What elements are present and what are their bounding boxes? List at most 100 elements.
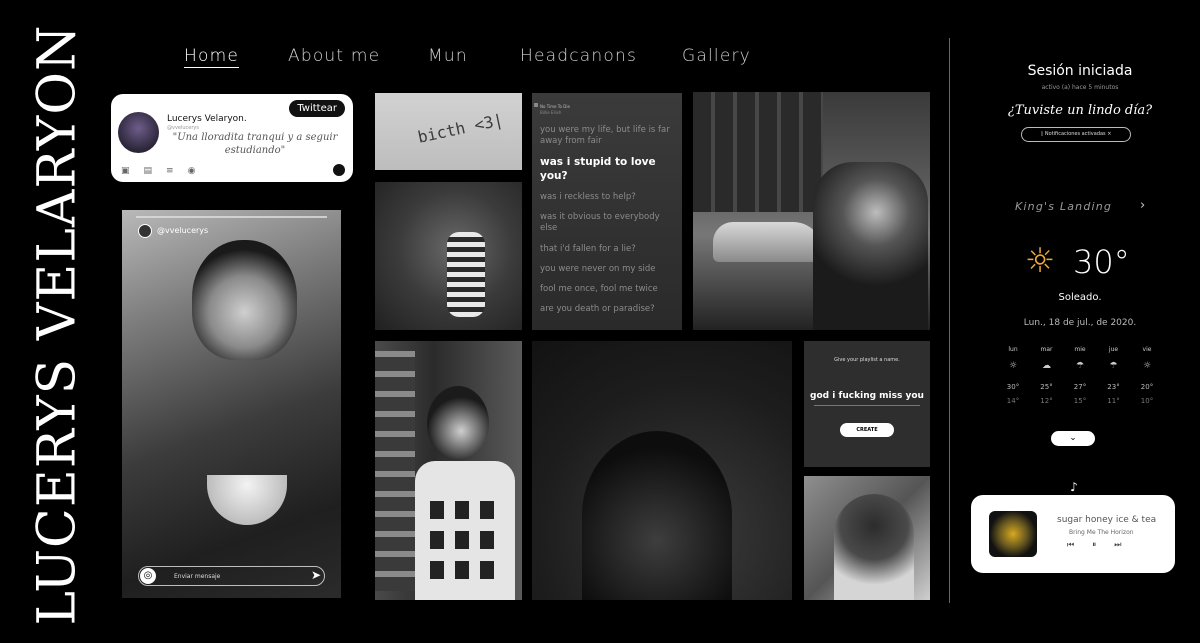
player-controls: ⏮ ⏸ ⏭ [1067, 540, 1121, 550]
lyric-line-highlighted: was i stupid to love you? [540, 156, 656, 182]
forecast-high: 27° [1073, 383, 1087, 391]
photo-garden [375, 182, 522, 330]
photo-person [813, 162, 928, 330]
forecast-high: 20° [1140, 383, 1154, 391]
photo-paper-note: bicth <3| [375, 93, 522, 170]
nav-about-me[interactable]: About me [288, 46, 380, 66]
lyrics-artist: Billie Eilish [540, 110, 562, 115]
session-active: activo (a) hace 5 minutos [1041, 84, 1119, 91]
story-message-input[interactable] [138, 566, 325, 586]
photo-car [713, 222, 823, 262]
album-art [989, 511, 1037, 557]
photo-shelf [375, 351, 415, 591]
forecast-low: 10° [1140, 397, 1154, 405]
forecast-high: 30° [1006, 383, 1020, 391]
forecast-day: mar ☁ 25° 12° [1034, 346, 1060, 405]
forecast-low: 15° [1073, 397, 1087, 405]
song-title: sugar honey ice & tea [1057, 515, 1157, 525]
lyric-line: was i reckless to help? [540, 192, 636, 203]
pause-icon[interactable]: ⏸ [1092, 540, 1096, 550]
music-player: ♪ sugar honey ice & tea Bring Me The Hor… [971, 480, 1175, 573]
story-progress [136, 216, 327, 218]
forecast: lun ☼ 30° 14° mar ☁ 25° 12° mie ☂ 27° 15… [1000, 346, 1160, 405]
photo-person [834, 494, 914, 600]
lyric-line: was it obvious to everybody else [540, 212, 660, 234]
playlist-name-input[interactable]: god i fucking miss you [804, 391, 930, 401]
forecast-day: jue ☂ 23° 11° [1101, 346, 1127, 405]
tweet-text: "Una lloradita tranqui y a seguir estudi… [172, 132, 338, 156]
forecast-low: 12° [1040, 397, 1053, 405]
nav-home[interactable]: Home [184, 46, 240, 68]
story-message-placeholder: Enviar mensaje [174, 573, 221, 580]
notifications-pill[interactable]: ▯ Notificaciones activadas × [1021, 127, 1131, 142]
image-icon[interactable]: ▣ [121, 166, 130, 176]
create-button[interactable]: CREATE [840, 423, 894, 437]
playlist-prompt: Give your playlist a name. [834, 357, 900, 363]
story-photo: @vvelucerys ◎ Enviar mensaje ➤ [122, 210, 341, 598]
chevron-down-icon[interactable]: ⌄ [1051, 431, 1095, 446]
gif-icon[interactable]: ▤ [144, 166, 153, 176]
session-title: Sesión iniciada [1027, 63, 1133, 79]
forecast-day-label: mie [1074, 346, 1086, 353]
camera-icon[interactable]: ◎ [140, 568, 156, 584]
close-icon[interactable]: × [1106, 131, 1111, 137]
lyric-line: are you death or paradise? [540, 303, 655, 314]
forecast-high: 25° [1040, 383, 1053, 391]
forecast-day: mie ☂ 27° 15° [1067, 346, 1093, 405]
location-icon[interactable]: ◉ [188, 166, 196, 176]
sun-icon: ☼ [1142, 361, 1152, 371]
sun-icon: ☼ [1008, 361, 1018, 371]
tweet-toolbar: ▣ ▤ ≡ ◉ [121, 166, 195, 176]
send-icon[interactable]: ➤ [311, 568, 321, 582]
forecast-low: 14° [1006, 397, 1020, 405]
weather-temp: 30° [1073, 243, 1130, 281]
previous-icon[interactable]: ⏮ [1067, 540, 1074, 550]
session-question: ¿Tuviste un lindo día? [1007, 103, 1153, 118]
site-title: LUCERYS VELARYON [14, 25, 100, 626]
forecast-low: 11° [1107, 397, 1120, 405]
forecast-day: lun ☼ 30° 14° [1000, 346, 1026, 405]
forecast-day: vie ☼ 20° 10° [1134, 346, 1160, 405]
song-artist: Bring Me The Horizon [1069, 529, 1134, 536]
lyric-line: fool me once, fool me twice [540, 283, 658, 294]
nav-headcanons[interactable]: Headcanons [520, 46, 637, 66]
photo-face [582, 431, 732, 600]
weather-date: Lun., 18 de jul., de 2020. [1023, 318, 1137, 328]
divider [949, 38, 950, 603]
paper-note-text: bicth <3| [415, 110, 505, 147]
lyric-line: you were my life, but life is far away f… [540, 125, 670, 147]
photo-mirror-selfie [804, 476, 930, 600]
rain-icon: ☂ [1109, 361, 1118, 371]
chevron-right-icon[interactable]: › [1140, 198, 1145, 213]
poll-icon[interactable]: ≡ [166, 166, 174, 176]
lyrics-list: you were my life, but life is far away f… [540, 125, 676, 324]
photo-figure [447, 232, 485, 317]
photo-dark-selfie [532, 341, 792, 600]
photo-store [375, 341, 522, 600]
lyrics-song: No Time To Die [540, 104, 570, 109]
weather-city: King's Landing [1015, 200, 1113, 213]
next-icon[interactable]: ⏭ [1114, 540, 1121, 550]
lyrics-thumbnail [534, 103, 538, 107]
story-cup [207, 475, 287, 525]
tweet-button[interactable]: Twittear [289, 100, 345, 117]
music-note-icon: ♪ [1070, 480, 1078, 494]
nav-gallery[interactable]: Gallery [682, 46, 751, 66]
photo-building [693, 92, 823, 212]
notifications-label: Notificaciones activadas [1044, 131, 1106, 137]
forecast-day-label: jue [1108, 346, 1119, 353]
forecast-day-label: vie [1142, 346, 1152, 353]
tweet-card: Lucerys Velaryon. @vvelucerys "Una llora… [111, 94, 353, 182]
photo-head [427, 386, 489, 461]
forecast-high: 23° [1107, 383, 1120, 391]
more-icon[interactable] [333, 164, 345, 176]
forecast-day-label: lun [1008, 346, 1018, 353]
photo-street [693, 92, 930, 330]
story-avatar [138, 224, 152, 238]
nav-mun[interactable]: Mun [428, 46, 468, 66]
lyrics-card: No Time To Die Billie Eilish you were my… [532, 93, 682, 330]
playlist-card: Give your playlist a name. god i fucking… [804, 341, 930, 467]
weather-condition: Soleado. [1058, 292, 1102, 303]
story-face [192, 240, 297, 360]
main-nav: Home About me Mun Headcanons Gallery [184, 46, 760, 70]
